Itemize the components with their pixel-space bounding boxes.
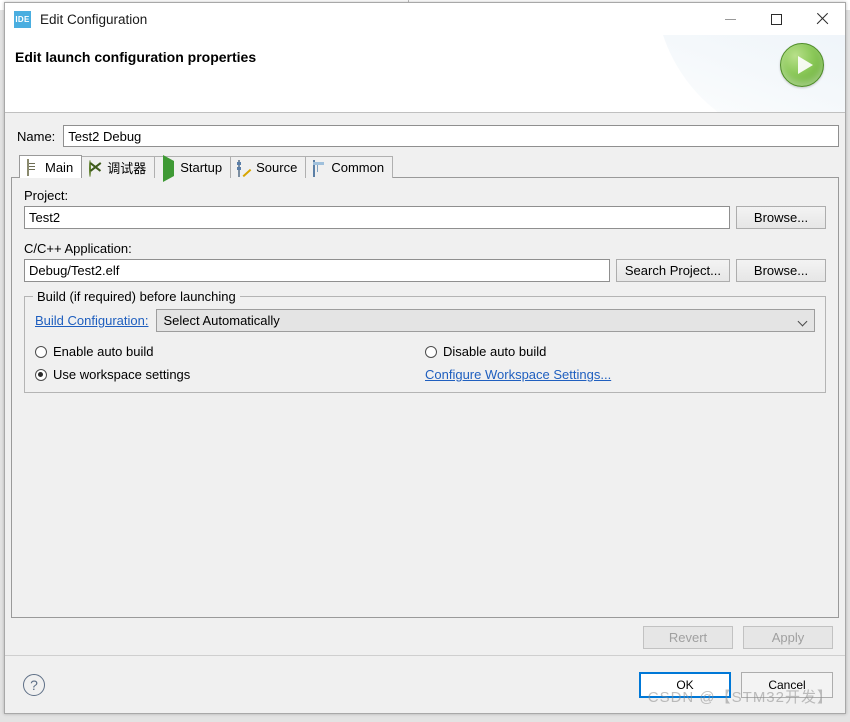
radio-enable-auto-build-indicator	[35, 345, 47, 358]
play-triangle-icon	[797, 56, 813, 74]
name-row: Name:	[11, 125, 839, 147]
tab-debugger-label: 调试器	[107, 161, 147, 176]
build-configuration-row: Build Configuration: Select Automaticall…	[35, 309, 815, 332]
run-play-icon	[780, 43, 824, 87]
radio-use-workspace-settings-indicator	[35, 368, 47, 381]
build-configuration-combo[interactable]: Select Automatically	[156, 309, 815, 332]
tab-source-label: Source	[256, 160, 298, 175]
apply-button[interactable]: Apply	[743, 626, 833, 649]
configure-workspace-settings-link[interactable]: Configure Workspace Settings...	[425, 367, 611, 382]
tab-source[interactable]: Source	[230, 156, 307, 178]
help-icon[interactable]: ?	[23, 673, 45, 696]
radio-enable-auto-build[interactable]: Enable auto build	[35, 344, 425, 359]
project-label: Project:	[24, 188, 69, 203]
dialog-footer: ? OK Cancel CSDN @【STM32开发】	[5, 655, 845, 713]
minimize-button[interactable]	[707, 3, 753, 35]
ok-button[interactable]: OK	[639, 671, 731, 698]
build-configuration-value: Select Automatically	[163, 313, 280, 328]
close-button[interactable]	[799, 3, 845, 35]
dialog-header: Edit launch configuration properties	[5, 35, 845, 113]
search-project-button[interactable]: Search Project...	[615, 259, 730, 282]
tab-startup-label: Startup	[180, 160, 223, 175]
source-edit-icon	[237, 159, 251, 177]
chevron-down-icon	[797, 316, 808, 327]
ide-app-icon: IDE	[14, 10, 31, 28]
radio-enable-auto-build-label: Enable auto build	[53, 344, 154, 359]
project-input[interactable]	[24, 206, 730, 229]
radio-disable-auto-build-label: Disable auto build	[443, 344, 547, 359]
application-row: Search Project... Browse...	[24, 259, 826, 282]
application-label: C/C++ Application:	[24, 241, 132, 256]
close-icon	[816, 13, 828, 25]
minimize-icon	[724, 18, 736, 20]
radio-use-workspace-settings[interactable]: Use workspace settings	[35, 367, 425, 382]
tab-main-label: Main	[45, 159, 74, 175]
cancel-button[interactable]: Cancel	[741, 671, 833, 698]
footer-buttons: OK Cancel	[639, 671, 833, 698]
title-bar: IDE Edit Configuration	[5, 3, 845, 35]
build-group-title: Build (if required) before launching	[33, 289, 240, 304]
maximize-icon	[770, 13, 782, 25]
maximize-button[interactable]	[753, 3, 799, 35]
tab-folder: Main 调试器 Startup Source Common Project: …	[11, 154, 839, 618]
project-row: Browse...	[24, 206, 826, 229]
dialog-body: Name: Main 调试器 Startup	[5, 113, 845, 655]
tab-common[interactable]: Common	[305, 156, 394, 178]
tab-strip: Main 调试器 Startup Source Common	[11, 154, 839, 182]
tab-common-label: Common	[331, 160, 385, 175]
debugger-bug-icon	[88, 159, 102, 177]
name-input[interactable]	[63, 125, 839, 147]
document-icon	[26, 159, 40, 176]
tab-main[interactable]: Main	[19, 155, 83, 178]
application-input[interactable]	[24, 259, 610, 282]
project-browse-button[interactable]: Browse...	[736, 206, 826, 229]
window-controls	[707, 3, 845, 35]
name-label: Name:	[17, 128, 56, 144]
tab-debugger[interactable]: 调试器	[81, 156, 156, 178]
radio-disable-auto-build[interactable]: Disable auto build	[425, 344, 815, 359]
tab-panel-main: Project: Browse... C/C++ Application: Se…	[11, 177, 839, 618]
build-configuration-link[interactable]: Build Configuration:	[35, 313, 148, 328]
build-group: Build (if required) before launching Bui…	[24, 289, 826, 393]
dialog-header-title: Edit launch configuration properties	[15, 49, 257, 65]
revert-apply-row: Revert Apply	[11, 626, 839, 649]
play-icon	[161, 154, 175, 182]
radio-disable-auto-build-indicator	[425, 345, 437, 358]
configure-workspace-settings-row: Configure Workspace Settings...	[425, 367, 815, 382]
build-radio-grid: Enable auto build Disable auto build Use…	[35, 344, 815, 382]
revert-button[interactable]: Revert	[643, 626, 733, 649]
application-browse-button[interactable]: Browse...	[736, 259, 826, 282]
radio-use-workspace-settings-label: Use workspace settings	[53, 367, 191, 382]
edit-configuration-dialog: IDE Edit Configuration Edit launch confi…	[4, 2, 846, 714]
table-icon	[312, 159, 326, 177]
window-title: Edit Configuration	[40, 11, 148, 27]
tab-startup[interactable]: Startup	[154, 154, 232, 182]
